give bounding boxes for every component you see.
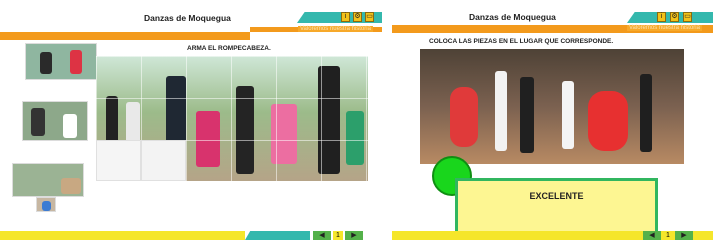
puzzle-panel: Danzas de Moquegua i ⚙ ▭ Valoremos nuest… [0,0,382,240]
puzzle-board[interactable] [96,56,368,181]
footer-accent [245,231,310,240]
page-title: Danzas de Moquegua [469,12,556,22]
page-number: 1 [663,231,673,240]
info-icon: i [660,13,663,20]
dance-photo [420,49,684,164]
screen-button[interactable]: ▭ [683,12,692,22]
next-button[interactable]: ▶ [675,231,693,240]
puzzle-piece[interactable] [12,163,84,197]
screen-button[interactable]: ▭ [365,12,374,22]
page-title: Danzas de Moquegua [144,13,231,23]
tagline: Valoremos nuestra historia [298,26,373,32]
puzzle-piece[interactable] [36,197,56,212]
info-icon: i [344,13,347,20]
page-number: 1 [333,231,343,240]
info-button[interactable]: i [341,12,350,22]
settings-button[interactable]: ⚙ [670,12,679,22]
result-panel: Danzas de Moquegua i ⚙ ▭ Valoremos nuest… [392,0,713,240]
feedback-text: EXCELENTE [529,191,584,201]
puzzle-piece[interactable] [22,101,88,141]
puzzle-piece[interactable] [25,43,97,80]
info-button[interactable]: i [657,12,666,22]
settings-icon: ⚙ [354,13,361,20]
prev-button[interactable]: ◀ [313,231,331,240]
tagline: Valoremos nuestra historia [627,25,702,31]
settings-button[interactable]: ⚙ [353,12,362,22]
instruction: ARMA EL ROMPECABEZA. [187,45,271,52]
instruction: COLOCA LAS PIEZAS EN EL LUGAR QUE CORRES… [429,38,614,45]
screen-icon: ▭ [366,13,373,20]
footer-bar [0,231,245,240]
prev-button[interactable]: ◀ [643,231,661,240]
next-button[interactable]: ▶ [345,231,363,240]
settings-icon: ⚙ [671,13,678,20]
orange-bar [0,32,250,40]
screen-icon: ▭ [684,13,691,20]
